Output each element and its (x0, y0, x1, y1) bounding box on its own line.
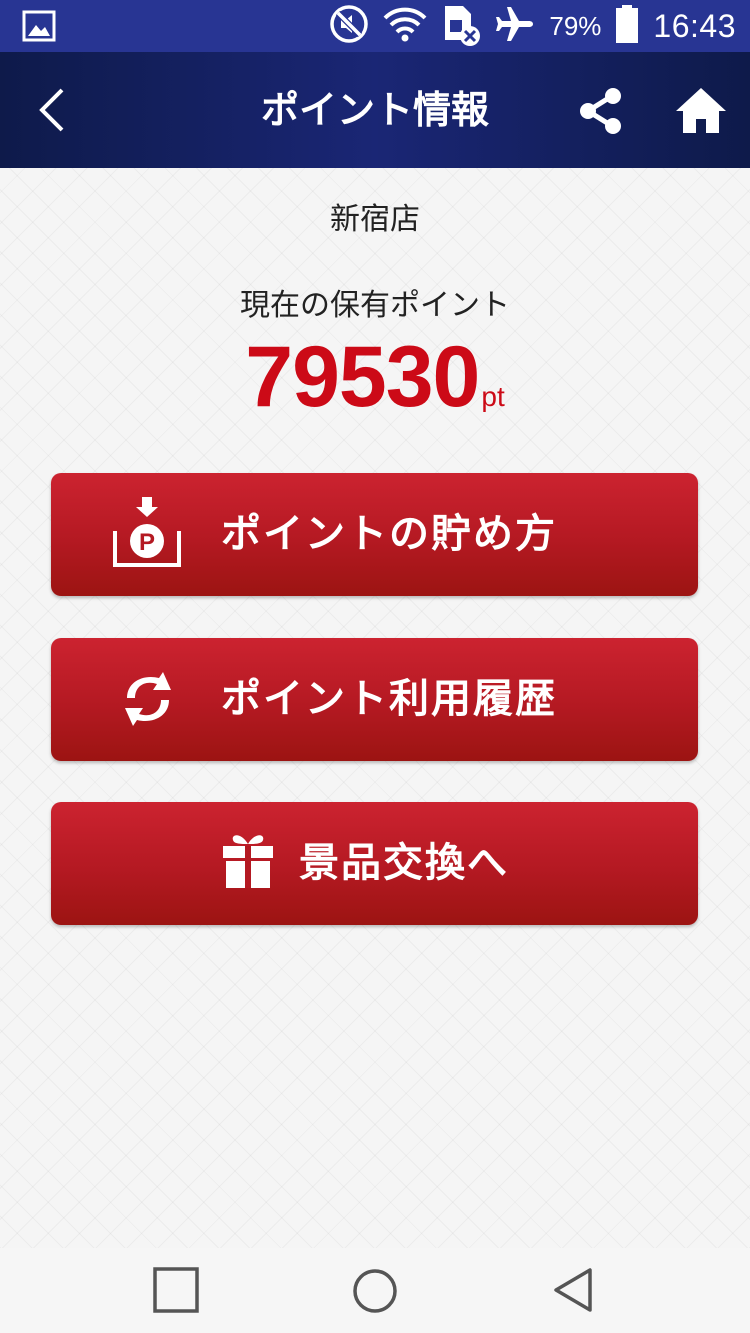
how-to-earn-points-label: ポイントの貯め方 (221, 511, 557, 557)
wifi-icon (383, 6, 427, 46)
airplane-icon (495, 4, 535, 48)
points-unit: pt (481, 381, 505, 412)
store-name: 新宿店 (330, 202, 420, 237)
share-button[interactable] (576, 86, 626, 136)
how-to-earn-points-button[interactable]: P ポイントの貯め方 (51, 473, 698, 596)
system-nav-bar (0, 1248, 750, 1333)
prize-exchange-button[interactable]: 景品交換へ (51, 802, 698, 925)
refresh-arrows-icon (113, 668, 183, 734)
main-content: 新宿店 現在の保有ポイント 79530pt P ポイントの貯め方 ポイント利用履… (0, 168, 750, 1248)
svg-text:P: P (139, 529, 155, 556)
prize-exchange-label: 景品交換へ (299, 840, 509, 886)
back-triangle-icon (554, 1268, 592, 1312)
gift-icon (221, 830, 275, 894)
recent-apps-icon (153, 1267, 199, 1313)
battery-percent: 79% (549, 10, 602, 41)
status-bar: 79% 16:43 (0, 0, 750, 52)
points-label: 現在の保有ポイント (240, 288, 510, 323)
battery-icon (615, 4, 639, 48)
system-home-button[interactable] (350, 1266, 400, 1316)
back-arrow-icon (39, 88, 64, 132)
point-history-label: ポイント利用履歴 (221, 676, 557, 722)
point-history-button[interactable]: ポイント利用履歴 (51, 638, 698, 761)
points-value: 79530 (245, 329, 480, 425)
recent-apps-button[interactable] (152, 1266, 202, 1316)
home-circle-icon (353, 1269, 397, 1313)
system-back-button[interactable] (550, 1266, 600, 1316)
mute-icon (329, 4, 369, 48)
points-display: 79530pt (0, 328, 750, 427)
app-header: ポイント情報 (0, 52, 750, 168)
page-title: ポイント情報 (260, 88, 489, 132)
home-icon (676, 88, 726, 133)
sim-icon (441, 2, 481, 50)
share-icon (580, 88, 621, 134)
point-deposit-icon: P (111, 495, 183, 575)
home-button[interactable] (674, 84, 728, 138)
image-icon (22, 10, 56, 46)
clock: 16:43 (653, 7, 736, 44)
back-button[interactable] (30, 86, 78, 134)
